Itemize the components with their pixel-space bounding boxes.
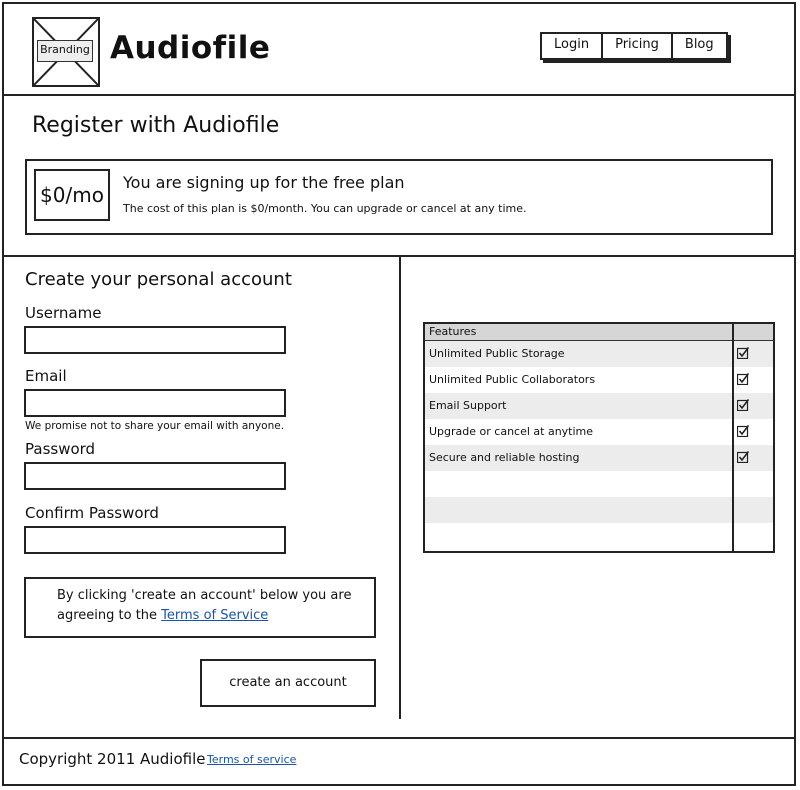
password-input[interactable]	[24, 462, 286, 490]
checkbox-checked-icon	[737, 399, 749, 411]
feature-label: Email Support	[429, 399, 507, 412]
confirm-password-label: Confirm Password	[25, 504, 159, 522]
table-row: Unlimited Public Collaborators	[425, 367, 773, 393]
nav-login[interactable]: Login	[542, 34, 604, 58]
nav-pricing[interactable]: Pricing	[603, 34, 673, 58]
table-row	[425, 471, 773, 497]
page-title: Register with Audiofile	[32, 113, 280, 138]
features-column-divider	[732, 324, 734, 551]
table-row: Unlimited Public Storage	[425, 341, 773, 367]
feature-label: Secure and reliable hosting	[429, 451, 580, 464]
feature-label: Unlimited Public Collaborators	[429, 373, 596, 386]
tos-notice: By clicking 'create an account' below yo…	[57, 586, 367, 626]
feature-label: Upgrade or cancel at anytime	[429, 425, 594, 438]
checkbox-checked-icon	[737, 425, 749, 437]
header-divider	[2, 94, 796, 96]
plan-heading: You are signing up for the free plan	[123, 173, 405, 192]
footer-terms-link[interactable]: Terms of service	[207, 753, 296, 766]
confirm-password-input[interactable]	[24, 526, 286, 554]
copyright-text: Copyright 2011 Audiofile	[19, 750, 206, 768]
logo-label: Branding	[37, 40, 93, 62]
features-table: Features Unlimited Public Storage Unlimit…	[423, 322, 775, 553]
checkbox-checked-icon	[737, 373, 749, 385]
table-row	[425, 497, 773, 523]
checkbox-checked-icon	[737, 451, 749, 463]
plan-panel	[25, 159, 773, 235]
email-label: Email	[25, 367, 67, 385]
features-header: Features	[425, 324, 773, 341]
footer-divider	[2, 737, 796, 739]
plan-price: $0/mo	[34, 169, 110, 221]
create-account-button[interactable]: create an account	[200, 659, 376, 707]
features-header-label: Features	[429, 325, 477, 338]
checkbox-checked-icon	[737, 347, 749, 359]
username-label: Username	[25, 304, 102, 322]
feature-label: Unlimited Public Storage	[429, 347, 565, 360]
tos-link[interactable]: Terms of Service	[161, 608, 268, 623]
plan-description: The cost of this plan is $0/month. You c…	[123, 202, 527, 215]
email-hint: We promise not to share your email with …	[25, 420, 285, 432]
table-row: Email Support	[425, 393, 773, 419]
top-nav: Login Pricing Blog	[540, 32, 728, 60]
username-input[interactable]	[24, 326, 286, 354]
password-label: Password	[25, 440, 96, 458]
table-row	[425, 523, 773, 549]
email-input[interactable]	[24, 389, 286, 417]
nav-blog[interactable]: Blog	[673, 34, 726, 58]
table-row: Secure and reliable hosting	[425, 445, 773, 471]
form-title: Create your personal account	[25, 269, 292, 290]
app-title: Audiofile	[110, 30, 271, 66]
table-row: Upgrade or cancel at anytime	[425, 419, 773, 445]
column-divider	[399, 257, 401, 719]
